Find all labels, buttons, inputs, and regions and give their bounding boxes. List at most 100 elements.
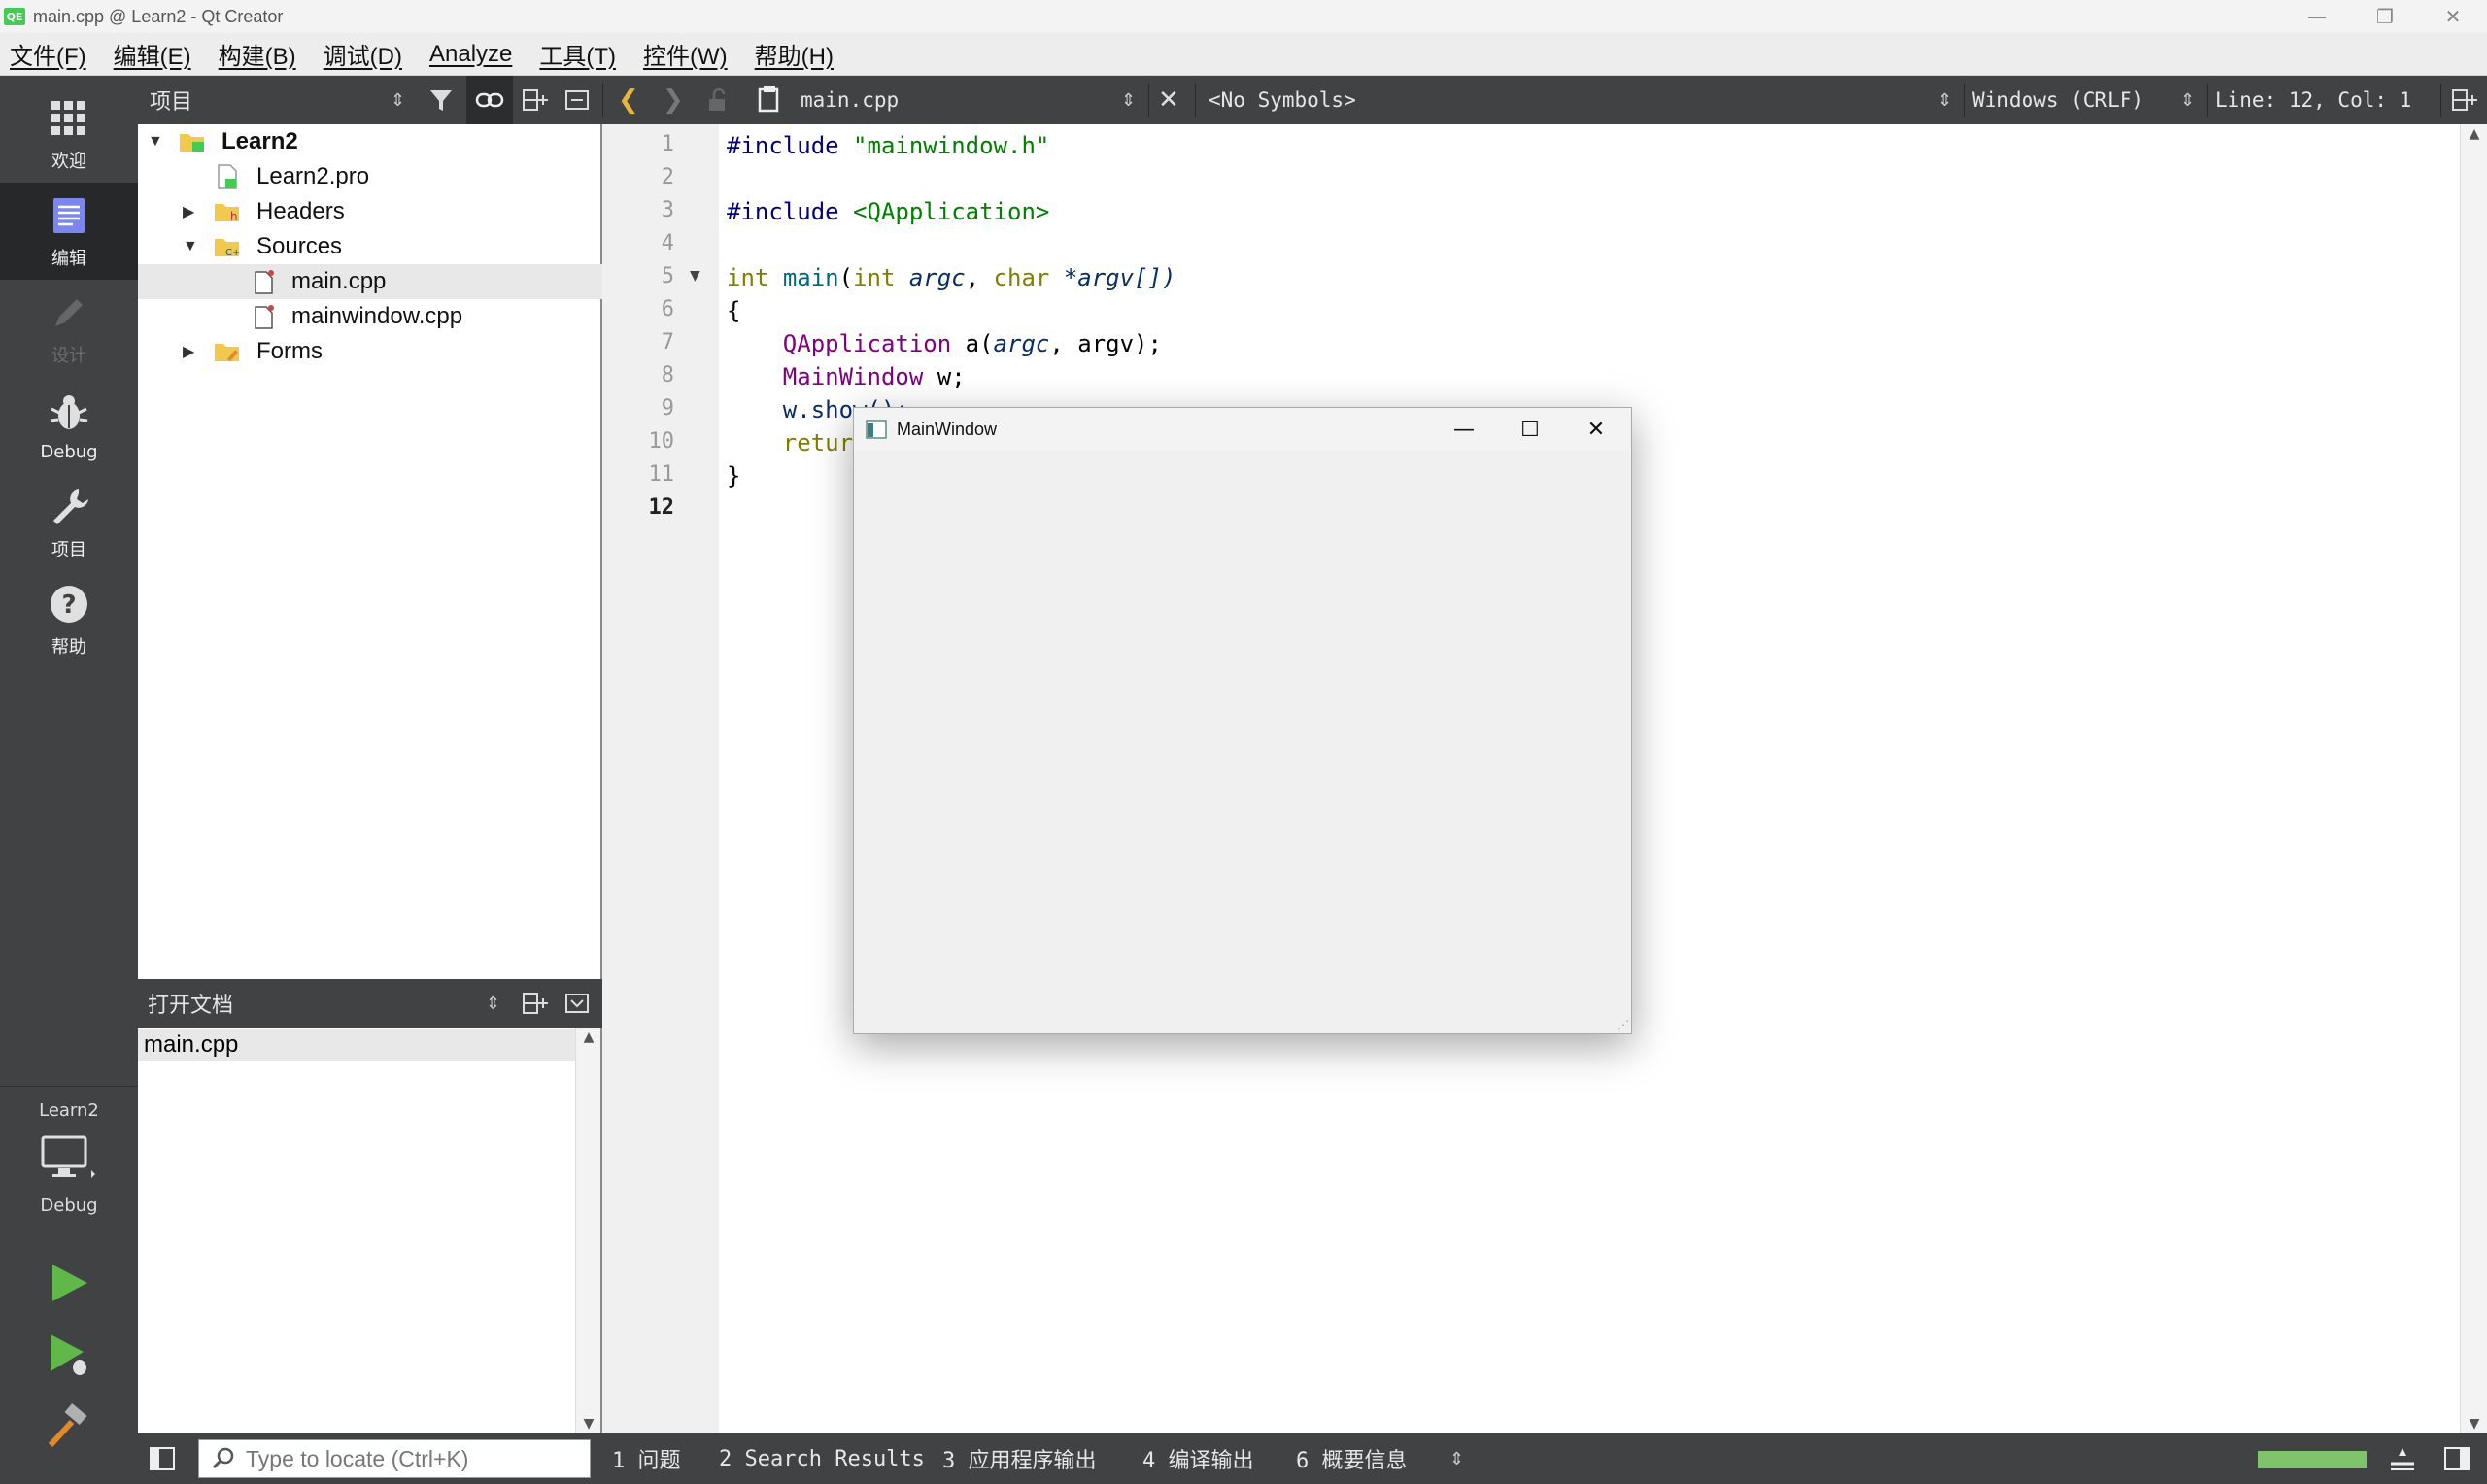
mode-projects[interactable]: 项目 [0,474,138,571]
close-document-button[interactable]: ✕ [1158,76,1179,124]
monitor-icon [41,1135,95,1178]
line-ending-arrows-icon[interactable]: ⇕ [2180,76,2195,124]
symbols-dropdown[interactable]: <No Symbols> [1209,76,1356,124]
status-bar: Type to locate (Ctrl+K) 1 问题 2 Search Re… [138,1433,2487,1484]
kit-project-label: Learn2 [39,1100,99,1121]
main-window-titlebar[interactable]: MainWindow — ☐ ✕ [854,408,1631,451]
token: char [993,264,1050,291]
sync-link-button[interactable] [466,76,513,124]
tree-item-sources[interactable]: ▼ C+ Sources [138,229,602,264]
toggle-sidebar-button[interactable] [148,1433,177,1484]
bug-icon [50,394,88,429]
collapse-panel-button[interactable] [563,979,591,1028]
mode-welcome[interactable]: 欢迎 [0,85,138,183]
code-line-11: } [727,462,741,489]
panel-switch-icon[interactable]: ⇕ [391,76,405,124]
tab-general-messages[interactable]: 6 概要信息 [1296,1433,1408,1484]
file-type-icon [756,76,783,124]
cursor-position[interactable]: Line: 12, Col: 1 [2215,76,2411,124]
tab-search-results[interactable]: 2 Search Results [719,1433,925,1484]
menu-tools[interactable]: 工具(T) [539,37,616,71]
debug-run-button[interactable] [45,1331,93,1379]
tab-compile-output[interactable]: 4 编译输出 [1142,1433,1254,1484]
kit-selector[interactable]: Learn2 Debug [0,1086,138,1231]
tree-item-learn2[interactable]: ▼ Learn2 [138,124,602,159]
fold-marker-icon[interactable]: ▼ [690,268,700,284]
line-number: 11 [648,462,675,487]
tab-issues[interactable]: 1 问题 [612,1433,681,1484]
collapse-arrow-icon[interactable]: ▼ [183,238,198,255]
window-title: main.cpp @ Learn2 - Qt Creator [33,6,284,26]
close-button[interactable]: ✕ [2419,0,2487,33]
file-selector[interactable]: main.cpp [801,76,899,124]
menu-help[interactable]: 帮助(H) [755,37,834,71]
mode-help[interactable]: ? 帮助 [0,571,138,668]
toggle-right-sidebar-button[interactable] [2442,1433,2471,1484]
tab-application-output[interactable]: 3 应用程序输出 [942,1433,1097,1484]
menu-bar: 文件(F) 编辑(E) 构建(B) 调试(D) Analyze 工具(T) 控件… [0,33,2487,76]
tree-item-main-cpp[interactable]: main.cpp [138,264,602,299]
main-window-minimize-button[interactable]: — [1431,408,1497,451]
panel-switch-icon[interactable]: ⇕ [486,979,500,1028]
menu-build[interactable]: 构建(B) [219,37,296,71]
build-button[interactable] [45,1402,93,1451]
scroll-down-icon[interactable]: ▼ [576,1416,601,1432]
split-editor-button[interactable] [2450,76,2479,124]
filter-button[interactable] [427,76,457,124]
file-lock-button[interactable] [705,76,731,124]
line-number: 4 [661,231,674,255]
menu-edit[interactable]: 编辑(E) [114,37,191,71]
minimize-button[interactable]: — [2283,0,2351,33]
main-window-close-button[interactable]: ✕ [1563,408,1629,451]
resize-grip-icon[interactable]: ⋰ [1618,1018,1629,1031]
run-button[interactable] [45,1259,93,1307]
token: argc [993,330,1050,357]
split-add-icon [2452,89,2477,111]
token: "mainwindow.h" [853,132,1050,159]
svg-text:?: ? [61,590,76,620]
tree-item-mainwindow-cpp[interactable]: mainwindow.cpp [138,299,602,334]
split-panel-button[interactable] [521,76,550,124]
more-tabs-arrows-icon[interactable]: ⇕ [1449,1433,1464,1484]
main-window-maximize-button[interactable]: ☐ [1497,408,1563,451]
scroll-up-icon[interactable]: ▲ [576,1029,601,1045]
mode-design[interactable]: 设计 [0,280,138,377]
back-arrow-icon[interactable]: ❮ [618,76,639,124]
forms-folder-icon [215,344,239,361]
title-bar: QE main.cpp @ Learn2 - Qt Creator — ❐ ✕ [0,0,2487,33]
docs-scrollbar[interactable]: ▲ ▼ [575,1028,600,1433]
locator-placeholder: Type to locate (Ctrl+K) [246,1445,469,1471]
editor-scrollbar[interactable]: ▲ ▼ [2460,124,2487,1433]
split-panel-button[interactable] [521,979,550,1028]
collapse-icon [565,90,589,110]
collapse-panel-button[interactable] [563,76,591,124]
kit-config-label: Debug [40,1196,98,1216]
tree-item-forms[interactable]: ▶ Forms [138,334,602,369]
mode-debug[interactable]: Debug [0,377,138,474]
mode-help-label: 帮助 [51,637,86,658]
expand-arrow-icon[interactable]: ▶ [183,342,194,361]
menu-debug[interactable]: 调试(D) [324,37,402,71]
scroll-up-icon[interactable]: ▲ [2461,126,2487,142]
menu-analyze[interactable]: Analyze [429,41,512,68]
menu-file[interactable]: 文件(F) [10,37,86,71]
forward-arrow-icon[interactable]: ❯ [663,76,684,124]
main-window-title: MainWindow [897,419,998,439]
scroll-down-icon[interactable]: ▼ [2461,1416,2487,1432]
code-line-8: MainWindow w; [727,363,966,390]
menu-controls[interactable]: 控件(W) [643,37,728,71]
progress-details-button[interactable] [2388,1433,2417,1484]
tree-item-learn2-pro[interactable]: Learn2.pro [138,159,602,194]
token: , argv); [1049,330,1162,357]
expand-arrow-icon[interactable]: ▶ [183,202,194,221]
main-window-app[interactable]: MainWindow — ☐ ✕ ⋰ [853,407,1632,1034]
line-ending-dropdown[interactable]: Windows (CRLF) [1972,76,2144,124]
open-document-main-cpp[interactable]: main.cpp [138,1029,575,1061]
locator-input[interactable]: Type to locate (Ctrl+K) [198,1439,591,1478]
mode-edit[interactable]: 编辑 [0,183,138,280]
file-selector-arrows-icon[interactable]: ⇕ [1121,76,1136,124]
tree-item-headers[interactable]: ▶ h Headers [138,194,602,229]
restore-button[interactable]: ❐ [2351,0,2419,33]
symbols-dropdown-arrows-icon[interactable]: ⇕ [1937,76,1952,124]
collapse-arrow-icon[interactable]: ▼ [148,133,163,151]
